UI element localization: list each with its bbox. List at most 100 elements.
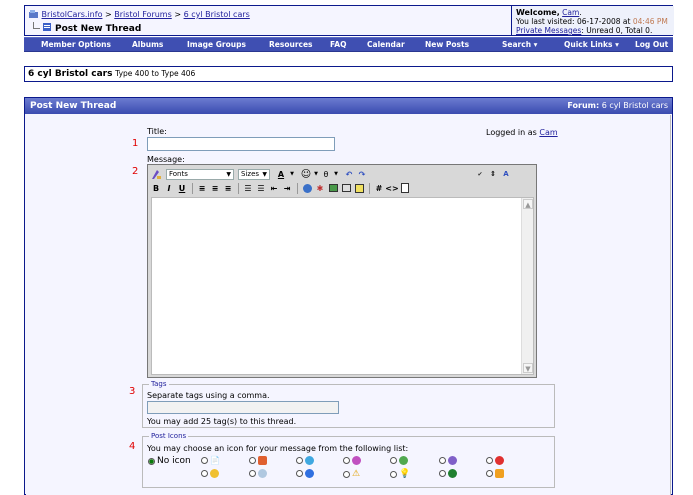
- post-icon-option[interactable]: [296, 469, 314, 478]
- font-select[interactable]: Fonts ▼: [166, 168, 234, 180]
- forum-name: 6 cyl Bristol cars: [28, 69, 113, 79]
- menu-quick-links[interactable]: Quick Links ▾: [564, 40, 619, 49]
- undo-icon[interactable]: ↶: [343, 168, 355, 180]
- chevron-down-icon[interactable]: ▼: [289, 168, 295, 180]
- post-icon-option[interactable]: [439, 456, 457, 465]
- radio[interactable]: [201, 457, 208, 464]
- post-icon-option[interactable]: [249, 456, 267, 465]
- italic-icon[interactable]: I: [163, 182, 175, 194]
- unordered-list-icon[interactable]: ☰: [255, 182, 267, 194]
- radio[interactable]: [249, 470, 256, 477]
- breadcrumb-forums-link[interactable]: Bristol Forums: [114, 10, 172, 19]
- welcome-user-link[interactable]: Cam: [562, 8, 579, 17]
- post-icon-option[interactable]: [390, 456, 408, 465]
- post-icon-option[interactable]: [249, 469, 267, 478]
- radio[interactable]: [486, 457, 493, 464]
- radio[interactable]: [201, 470, 208, 477]
- post-icon-option[interactable]: 💡: [390, 469, 410, 479]
- scroll-down-icon[interactable]: ▼: [523, 363, 533, 373]
- post-icons-hint: You may choose an icon for your message …: [147, 444, 409, 453]
- radio[interactable]: [486, 470, 493, 477]
- insert-link-icon[interactable]: [301, 182, 313, 194]
- breadcrumb-forum-link[interactable]: 6 cyl Bristol cars: [184, 10, 250, 19]
- post-icon-option[interactable]: [343, 456, 361, 465]
- align-center-icon[interactable]: ≡: [209, 182, 221, 194]
- html-icon[interactable]: <>: [385, 182, 398, 194]
- insert-image-icon[interactable]: [327, 182, 339, 194]
- post-icon-option[interactable]: [486, 469, 504, 478]
- post-icon-option[interactable]: ⚠: [343, 469, 360, 479]
- post-icon-thumbs-down-icon: [258, 456, 267, 465]
- spellcheck-icon[interactable]: ✔: [474, 168, 486, 180]
- radio[interactable]: [439, 457, 446, 464]
- message-textarea[interactable]: ▲ ▼: [151, 197, 534, 375]
- post-icon-angry-icon: [495, 456, 504, 465]
- align-right-icon[interactable]: ≡: [222, 182, 234, 194]
- post-icon-option[interactable]: 📄: [201, 456, 220, 465]
- textarea-scrollbar[interactable]: ▲ ▼: [521, 198, 533, 374]
- post-icon-cool-icon: [258, 469, 267, 478]
- remove-link-icon[interactable]: ✱: [314, 182, 326, 194]
- title-input[interactable]: [147, 137, 335, 151]
- menu-new-posts[interactable]: New Posts: [425, 40, 469, 49]
- chevron-down-icon[interactable]: ▼: [333, 168, 339, 180]
- title-label: Title:: [147, 127, 167, 136]
- menu-log-out[interactable]: Log Out: [635, 40, 668, 49]
- toolbar-separator: [192, 182, 193, 194]
- bold-icon[interactable]: B: [150, 182, 162, 194]
- menu-albums[interactable]: Albums: [132, 40, 163, 49]
- radio[interactable]: [439, 470, 446, 477]
- post-icon-smile-icon: [210, 469, 219, 478]
- radio[interactable]: [343, 457, 350, 464]
- post-icon-none[interactable]: No icon: [148, 456, 191, 466]
- breadcrumb-site-link[interactable]: BristolCars.info: [42, 10, 103, 19]
- menu-faq[interactable]: FAQ: [330, 40, 346, 49]
- radio-selected[interactable]: [148, 457, 155, 465]
- post-icon-option[interactable]: [296, 456, 314, 465]
- quote-icon[interactable]: [353, 182, 365, 194]
- radio[interactable]: [296, 457, 303, 464]
- indent-icon[interactable]: ⇥: [281, 182, 293, 194]
- radio[interactable]: [390, 457, 397, 464]
- toolbar-separator: [238, 182, 239, 194]
- tags-input[interactable]: [147, 401, 339, 414]
- post-icon-thumbs-up-icon: [495, 469, 504, 478]
- logged-in-user-link[interactable]: Cam: [539, 128, 557, 137]
- menu-image-groups[interactable]: Image Groups: [187, 40, 246, 49]
- private-messages-link[interactable]: Private Messages: [516, 26, 581, 35]
- post-icon-question-icon: [305, 469, 314, 478]
- radio[interactable]: [249, 457, 256, 464]
- breadcrumb-separator: >: [105, 10, 112, 19]
- chevron-down-icon[interactable]: ▼: [313, 168, 319, 180]
- font-size-adjust-icon[interactable]: A: [500, 168, 512, 180]
- resize-icon[interactable]: ⇕: [487, 168, 499, 180]
- menu-member-options[interactable]: Member Options: [41, 40, 111, 49]
- insert-video-icon[interactable]: [340, 182, 352, 194]
- align-left-icon[interactable]: ≡: [196, 182, 208, 194]
- divider: [670, 115, 671, 495]
- redo-icon[interactable]: ↷: [356, 168, 368, 180]
- smilie-icon[interactable]: ☺: [300, 168, 312, 180]
- post-icon-option[interactable]: [201, 469, 219, 478]
- php-icon[interactable]: [399, 182, 411, 194]
- menu-resources[interactable]: Resources: [269, 40, 313, 49]
- scroll-up-icon[interactable]: ▲: [523, 199, 533, 209]
- radio[interactable]: [390, 470, 397, 478]
- attach-icon[interactable]: θ: [320, 168, 332, 180]
- radio[interactable]: [296, 470, 303, 477]
- underline-icon[interactable]: U: [176, 182, 188, 194]
- last-visit-text: You last visited: 06-17-2008 at: [516, 17, 631, 26]
- text-color-icon[interactable]: A: [274, 168, 288, 180]
- menu-search[interactable]: Search ▾: [502, 40, 537, 49]
- post-icon-option[interactable]: [439, 469, 457, 478]
- post-icon-option[interactable]: [486, 456, 504, 465]
- code-icon[interactable]: #: [373, 182, 385, 194]
- ordered-list-icon[interactable]: ☰: [242, 182, 254, 194]
- outdent-icon[interactable]: ⇤: [268, 182, 280, 194]
- size-select[interactable]: Sizes ▼: [238, 168, 270, 180]
- post-icon-doc-icon: 📄: [210, 456, 220, 465]
- menu-calendar[interactable]: Calendar: [367, 40, 405, 49]
- switch-mode-icon[interactable]: [150, 168, 162, 180]
- message-editor: Fonts ▼ Sizes ▼ A ▼ ☺ ▼ θ ▼ ↶ ↷ ✔ ⇕ A B I U ≡…: [147, 164, 537, 378]
- radio[interactable]: [343, 470, 350, 478]
